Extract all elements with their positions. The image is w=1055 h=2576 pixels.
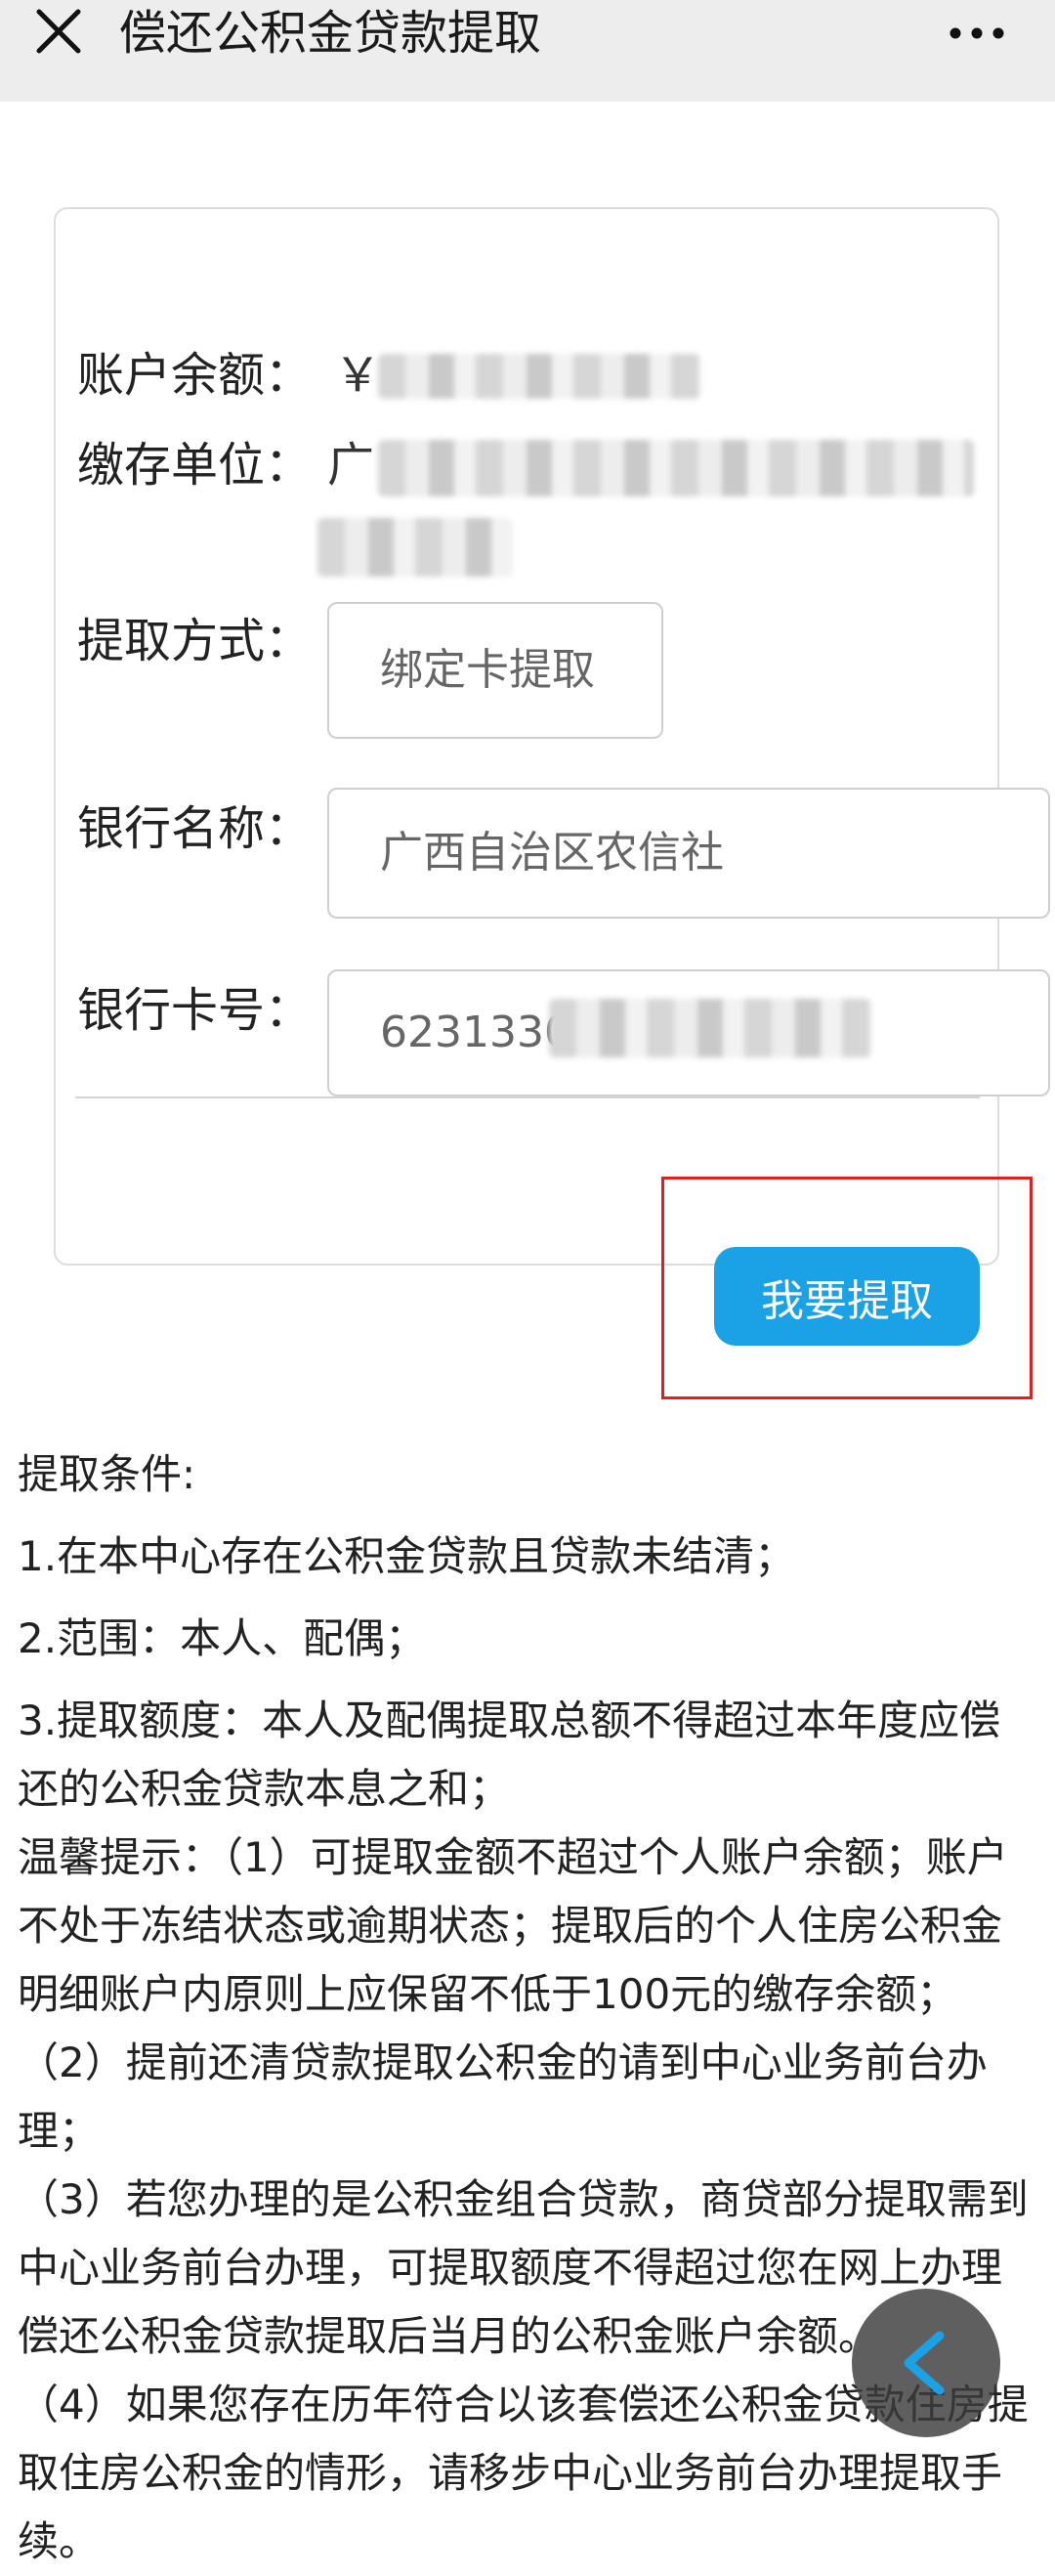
unit-value-redacted xyxy=(378,440,974,496)
floating-back-button[interactable] xyxy=(852,2289,1000,2437)
card-number-redacted xyxy=(549,999,871,1057)
condition-item: 1.在本中心存在公积金贷款且贷款未结清； xyxy=(18,1532,796,1580)
balance-currency: ￥ xyxy=(334,348,382,403)
balance-label: 账户余额： xyxy=(77,348,313,403)
chevron-left-icon xyxy=(904,2331,945,2395)
bank-label: 银行名称： xyxy=(77,801,313,856)
unit-label: 缴存单位： xyxy=(77,438,313,493)
unit-value-redacted-line2 xyxy=(317,518,513,577)
card-number-prefix: 6231330 xyxy=(380,1008,571,1057)
tip-item: 温馨提示：（1）可提取金额不超过个人账户余额；账户不处于冻结状态或逾期状态；提取… xyxy=(18,1833,1008,2018)
condition-item: 3.提取额度：本人及配偶提取总额不得超过本年度应偿还的公积金贷款本息之和； xyxy=(18,1696,1001,1813)
balance-value-redacted xyxy=(378,354,700,399)
page-title: 偿还公积金贷款提取 xyxy=(119,6,542,61)
bank-name-field[interactable]: 广西自治区农信社 xyxy=(327,788,1050,919)
tip-item: （2）提前还清贷款提取公积金的请到中心业务前台办理； xyxy=(18,2039,988,2155)
unit-value-prefix: 广 xyxy=(327,438,375,493)
page-body: 账户余额： ￥ 缴存单位： 广 提取方式： 绑定卡提取 银行名称： 广西自治区农… xyxy=(0,102,1055,2565)
withdraw-form-card: 账户余额： ￥ 缴存单位： 广 提取方式： 绑定卡提取 银行名称： 广西自治区农… xyxy=(54,207,1050,1266)
method-label: 提取方式： xyxy=(77,614,313,668)
form-divider xyxy=(75,1096,980,1098)
more-horizontal-icon[interactable] xyxy=(948,14,1006,53)
condition-item: 2.范围：本人、配偶； xyxy=(18,1614,427,1662)
conditions-title: 提取条件: xyxy=(18,1450,196,1498)
close-icon[interactable] xyxy=(31,4,86,59)
withdraw-submit-button[interactable]: 我要提取 xyxy=(714,1247,980,1346)
card-number-label: 银行卡号： xyxy=(77,983,313,1038)
top-navbar: 偿还公积金贷款提取 xyxy=(0,0,1055,102)
method-field[interactable]: 绑定卡提取 xyxy=(327,602,663,739)
